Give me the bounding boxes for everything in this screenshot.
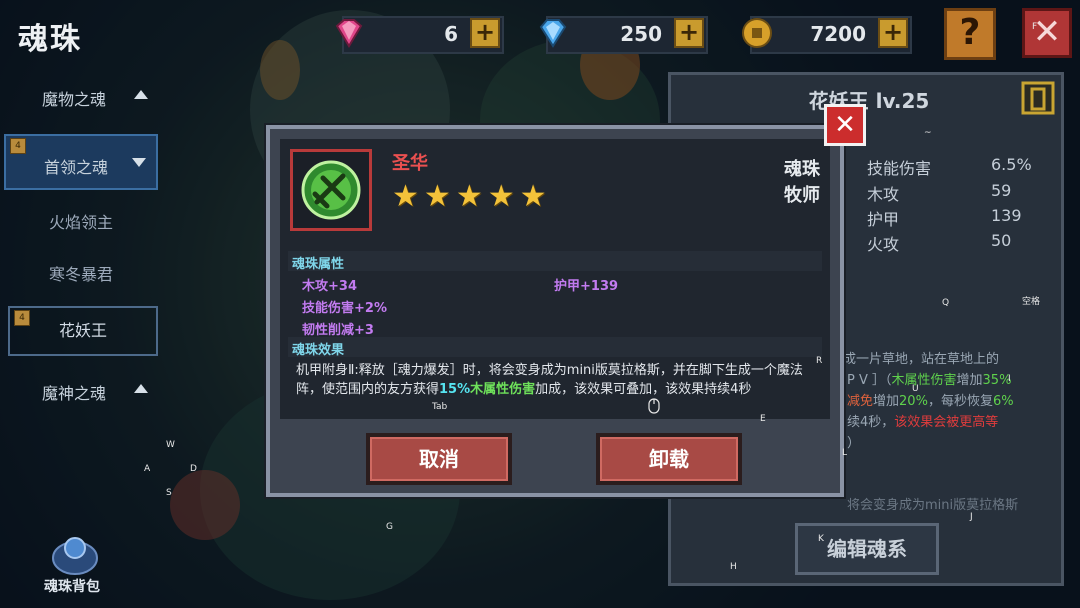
panel-desc-line: 续4秒，该效果会被更高等	[847, 415, 999, 430]
stat-name: 技能伤害	[867, 159, 932, 178]
gem-type: 魂珠	[784, 159, 820, 180]
attribute-skill-damage: 技能伤害+2%	[302, 301, 387, 316]
page-title: 魂珠	[18, 22, 82, 57]
panel-desc-line: 成一片草地，站在草地上的	[843, 352, 1000, 367]
holy-gem-icon	[301, 160, 361, 220]
key-hint: K	[818, 534, 824, 544]
sidebar-item-label: 花妖王	[58, 321, 107, 340]
panel-desc-line: ）	[847, 436, 861, 451]
blue-gem-icon	[539, 19, 567, 48]
effect-description: 机甲附身Ⅱ:释放［魂力爆发］时，将会变身成为mini版莫拉格斯，并在脚下生成一个…	[296, 363, 803, 397]
pink-gem-icon	[335, 19, 363, 48]
star-icon: ★	[455, 179, 483, 214]
sidebar-item-demon-soul[interactable]: 魔神之魂	[4, 362, 158, 418]
effect-title: 魂珠效果	[292, 343, 345, 358]
sidebar-item-label: 魔神之魂	[42, 384, 107, 403]
chevron-up-icon	[134, 90, 148, 99]
key-hint: J	[970, 512, 973, 522]
stat-name: 护甲	[867, 210, 900, 229]
panel-desc-line: P V ］（木属性伤害增加35%	[847, 373, 1012, 388]
key-hint: 空格	[1022, 297, 1041, 307]
attributes-title: 魂珠属性	[292, 257, 345, 272]
unload-button[interactable]: 卸载	[596, 433, 742, 485]
key-hint: R	[816, 356, 823, 366]
star-icon: ★	[487, 179, 515, 214]
chevron-up-icon	[134, 384, 148, 393]
key-hint: ~	[924, 128, 932, 138]
edit-soul-system-button[interactable]: 编辑魂系	[795, 523, 939, 575]
key-hint: W	[166, 440, 175, 450]
section-bar	[288, 337, 822, 357]
help-button[interactable]: ?	[944, 8, 996, 60]
attribute-armor: 护甲+139	[554, 279, 619, 294]
count-badge: 4	[10, 138, 26, 154]
panel-desc-line: 将会变身成为mini版莫拉格斯	[847, 498, 1019, 513]
soul-gem-dialog: 圣华 ★ ★ ★ ★ ★ 魂珠 牧师 魂珠属性 木攻+34 护甲+139 技能伤害+2%…	[266, 125, 844, 497]
attribute-toughness-reduce: 韧性削减+3	[302, 323, 374, 338]
gem-type-block: 魂珠 牧师	[784, 157, 820, 209]
sidebar-item-label: 首领之魂	[44, 158, 109, 177]
key-hint: Tab	[432, 402, 448, 412]
stat-name: 木攻	[867, 185, 900, 204]
sidebar-item-boss-soul[interactable]: 4 首领之魂	[4, 134, 158, 190]
stat-value: 59	[991, 181, 1012, 200]
key-hint: G	[386, 522, 393, 532]
key-hint: F	[1032, 22, 1038, 32]
panel-title: 花妖王 lv.25	[808, 89, 930, 113]
sidebar-item-monster-soul[interactable]: 魔物之魂	[4, 68, 158, 124]
stat-value: 6.5%	[991, 155, 1032, 174]
sidebar-item-label: 魔物之魂	[42, 90, 107, 109]
cancel-button[interactable]: 取消	[366, 433, 512, 485]
key-hint: A	[144, 464, 151, 474]
gem-portrait-frame	[290, 149, 372, 231]
dialog-close-button[interactable]: ✕	[824, 104, 866, 146]
star-icon: ★	[519, 179, 547, 214]
mouse-icon	[648, 398, 660, 414]
close-page-button[interactable]: ✕	[1022, 8, 1072, 58]
star-icon: ★	[392, 179, 419, 214]
key-hint: L	[842, 448, 848, 458]
count-badge: 4	[14, 310, 30, 326]
currency-bar-gold: 7200 +	[742, 16, 912, 54]
key-hint: D	[190, 464, 197, 474]
add-pink-gem-button[interactable]: +	[470, 18, 500, 48]
dialog-content: 圣华 ★ ★ ★ ★ ★ 魂珠 牧师 魂珠属性 木攻+34 护甲+139 技能伤害+2%…	[280, 139, 830, 419]
key-hint: H	[730, 562, 737, 572]
sidebar-subitem-flame-lord[interactable]: 火焰领主	[4, 198, 158, 248]
key-hint: U	[912, 384, 919, 394]
gem-name: 圣华	[392, 153, 428, 174]
panel-desc-line: 减免增加20%，每秒恢复6%	[847, 394, 1014, 409]
soul-bag-icon[interactable]	[40, 528, 110, 578]
add-blue-gem-button[interactable]: +	[674, 18, 704, 48]
stat-value: 139	[991, 206, 1022, 225]
stat-value: 50	[991, 231, 1012, 250]
star-rating: ★ ★ ★ ★ ★	[392, 179, 552, 214]
sidebar-subitem-winter-tyrant[interactable]: 寒冬暴君	[4, 250, 158, 300]
section-bar	[288, 251, 822, 271]
key-hint: S	[166, 488, 172, 498]
gem-class: 牧师	[784, 185, 820, 206]
currency-bar-pink-gem: 6 +	[335, 16, 504, 54]
chevron-down-icon	[132, 158, 146, 167]
gold-coin-icon	[742, 18, 772, 48]
currency-bar-blue-gem: 250 +	[539, 16, 708, 54]
key-hint: E	[760, 414, 766, 424]
key-hint: Q	[942, 298, 950, 308]
soul-bag-label[interactable]: 魂珠背包	[44, 576, 100, 596]
sidebar-subitem-flower-king[interactable]: 4 花妖王	[8, 306, 158, 356]
info-icon[interactable]	[1021, 81, 1055, 115]
star-icon: ★	[423, 179, 451, 214]
add-gold-button[interactable]: +	[878, 18, 908, 48]
blue-gem-count: 250	[620, 22, 662, 46]
gold-count: 7200	[810, 22, 866, 46]
key-hint: I	[1008, 374, 1011, 384]
pink-gem-count: 6	[444, 22, 458, 46]
attribute-wood-attack: 木攻+34	[302, 279, 357, 294]
stat-name: 火攻	[867, 235, 900, 254]
